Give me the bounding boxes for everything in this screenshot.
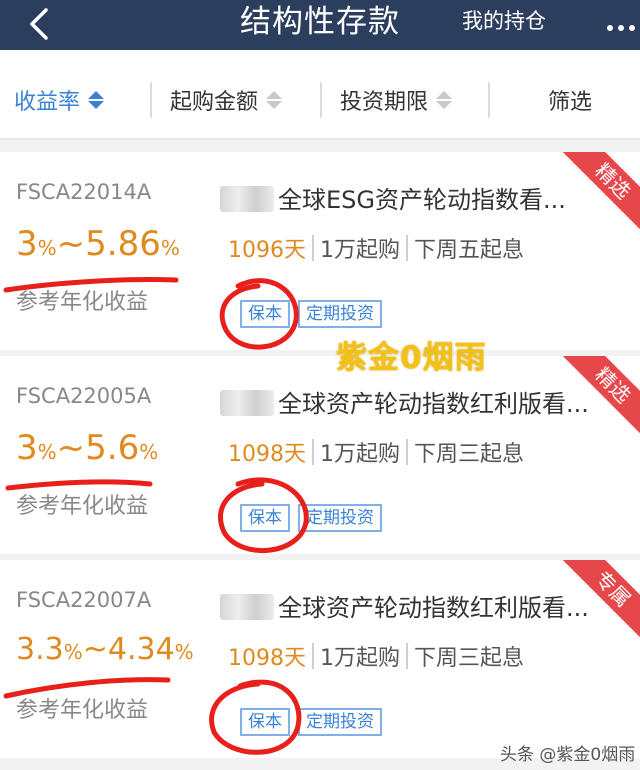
principal-protected-tag: 保本 [240, 504, 290, 532]
blurred-bank-name [220, 186, 274, 212]
range-tilde: ~ [56, 224, 86, 264]
product-card[interactable]: 专属 FSCA22007A 3.3%~4.34% 参考年化收益 全球资产轮动指数… [0, 560, 640, 758]
blurred-bank-name [220, 390, 274, 416]
featured-badge: 精选 [556, 152, 640, 238]
product-meta: 1096天 1万起购 下周五起息 [228, 232, 524, 264]
principal-protected-tag: 保本 [240, 300, 290, 328]
percent-sign: % [37, 236, 57, 260]
product-card[interactable]: 精选 FSCA22014A 3%~5.86% 参考年化收益 全球ESG资产轮动指… [0, 152, 640, 350]
meta-divider [312, 439, 314, 465]
sort-arrows-icon [436, 89, 453, 111]
product-name: 全球ESG资产轮动指数看... [220, 180, 566, 215]
product-name: 全球资产轮动指数红利版看... [220, 588, 589, 623]
fixed-term-tag: 定期投资 [298, 708, 382, 736]
yield-label: 参考年化收益 [16, 290, 149, 315]
yield-range: 3%~5.86% [16, 224, 180, 264]
top-nav-bar: 结构性存款 我的持仓 [0, 0, 640, 50]
sort-by-min-amount[interactable]: 起购金额 [170, 80, 283, 120]
yield-low: 3 [16, 428, 38, 468]
yield-high: 4.34 [107, 632, 175, 667]
sort-arrows-icon [88, 89, 105, 111]
min-amount: 1万起购 [320, 238, 400, 263]
yield-high: 5.86 [85, 224, 161, 264]
more-dots-icon[interactable] [606, 18, 636, 31]
product-name-text: 全球资产轮动指数红利版看... [278, 594, 589, 622]
principal-protected-tag: 保本 [240, 708, 290, 736]
yield-label: 参考年化收益 [16, 494, 149, 519]
percent-sign: % [174, 640, 194, 664]
range-tilde: ~ [82, 632, 108, 667]
sort-by-term-label: 投资期限 [340, 90, 429, 115]
min-amount: 1万起购 [320, 442, 400, 467]
yield-low: 3 [16, 224, 38, 264]
filter-button[interactable]: 筛选 [548, 80, 592, 120]
product-meta: 1098天 1万起购 下周三起息 [228, 640, 524, 672]
value-date: 下周五起息 [414, 238, 525, 263]
yield-high: 5.6 [85, 428, 140, 468]
term-days: 1096天 [228, 238, 306, 263]
min-amount: 1万起购 [320, 646, 400, 671]
overlay-watermark-text: 紫金0烟雨 [336, 340, 487, 376]
meta-divider [406, 439, 408, 465]
product-card[interactable]: 精选 FSCA22005A 3%~5.6% 参考年化收益 全球资产轮动指数红利版… [0, 356, 640, 554]
product-name-text: 全球资产轮动指数红利版看... [278, 390, 589, 418]
percent-sign: % [63, 640, 83, 664]
source-watermark: 头条 @紫金0烟雨 [500, 745, 636, 765]
fixed-term-tag: 定期投资 [298, 300, 382, 328]
value-date: 下周三起息 [414, 442, 525, 467]
product-list: 精选 FSCA22014A 3%~5.86% 参考年化收益 全球ESG资产轮动指… [0, 140, 640, 770]
value-date: 下周三起息 [414, 646, 525, 671]
product-name-text: 全球ESG资产轮动指数看... [278, 186, 566, 214]
sort-by-term[interactable]: 投资期限 [340, 80, 453, 120]
product-tags: 保本 定期投资 [240, 504, 390, 532]
meta-divider [312, 235, 314, 261]
product-meta: 1098天 1万起购 下周三起息 [228, 436, 524, 468]
product-tags: 保本 定期投资 [240, 300, 390, 328]
sort-by-yield[interactable]: 收益率 [14, 80, 105, 120]
product-tags: 保本 定期投资 [240, 708, 390, 736]
blurred-bank-name [220, 594, 274, 620]
sort-by-yield-label: 收益率 [14, 90, 81, 115]
sort-arrows-icon [266, 89, 283, 111]
fixed-term-tag: 定期投资 [298, 504, 382, 532]
sort-by-min-amount-label: 起购金额 [170, 90, 259, 115]
yield-low: 3.3 [16, 632, 64, 667]
meta-divider [312, 643, 314, 669]
term-days: 1098天 [228, 646, 306, 671]
sort-filter-bar: 收益率 起购金额 投资期限 筛选 [0, 50, 640, 140]
product-code: FSCA22007A [16, 588, 152, 612]
filter-divider [150, 82, 152, 118]
yield-label: 参考年化收益 [16, 698, 149, 723]
product-code: FSCA22005A [16, 384, 152, 408]
percent-sign: % [139, 440, 159, 464]
product-code: FSCA22014A [16, 180, 152, 204]
meta-divider [406, 643, 408, 669]
filter-divider [488, 82, 490, 118]
filter-divider [320, 82, 322, 118]
filter-label: 筛选 [548, 90, 593, 115]
range-tilde: ~ [56, 428, 86, 468]
yield-range: 3%~5.6% [16, 428, 158, 468]
percent-sign: % [160, 236, 180, 260]
term-days: 1098天 [228, 442, 306, 467]
my-holdings-link[interactable]: 我的持仓 [462, 6, 546, 36]
meta-divider [406, 235, 408, 261]
product-name: 全球资产轮动指数红利版看... [220, 384, 589, 419]
yield-range: 3.3%~4.34% [16, 632, 194, 667]
percent-sign: % [37, 440, 57, 464]
